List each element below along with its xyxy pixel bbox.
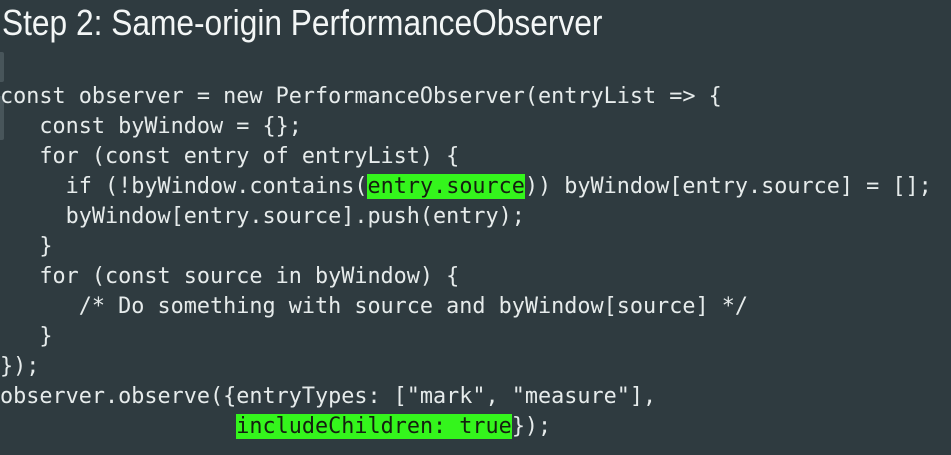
slide-title: Step 2: Same-origin PerformanceObserver [2,2,603,43]
code-line-9: } [0,322,932,352]
code-line-11: observer.observe({entryTypes: ["mark", "… [0,382,932,412]
code-line-1: const observer = new PerformanceObserver… [0,82,932,112]
code-line-3: for (const entry of entryList) { [0,142,932,172]
code-line-10: }); [0,352,932,382]
code-block: const observer = new PerformanceObserver… [0,82,932,442]
code-line-8: /* Do something with source and byWindow… [0,292,932,322]
code-line-4: if (!byWindow.contains(entry.source)) by… [0,172,932,202]
code-line-5: byWindow[entry.source].push(entry); [0,202,932,232]
code-text: byWindow[entry.source].push(entry); [0,204,525,229]
code-text: }); [511,414,552,439]
code-line-2: const byWindow = {}; [0,112,932,142]
code-text: const observer = new PerformanceObserver… [0,84,722,109]
code-comment: /* Do something with source and byWindow… [0,294,749,319]
code-text: for (const entry of entryList) { [0,144,460,169]
code-text: )) byWindow[entry.source] = []; [524,174,932,199]
slide-edge-tab[interactable] [0,52,4,82]
code-line-12: includeChildren: true}); [0,412,932,442]
code-text: observer.observe({entryTypes: ["mark", "… [0,384,657,409]
code-highlight-entry-source: entry.source [367,174,525,199]
code-highlight-include-children: includeChildren: true [236,414,512,439]
code-text: const byWindow = {}; [0,114,302,139]
code-text: if (!byWindow.contains( [0,174,368,199]
code-line-7: for (const source in byWindow) { [0,262,932,292]
code-text: } [0,324,53,349]
code-text: }); [0,354,40,379]
code-text: } [0,234,53,259]
code-line-6: } [0,232,932,262]
code-text: for (const source in byWindow) { [0,264,460,289]
